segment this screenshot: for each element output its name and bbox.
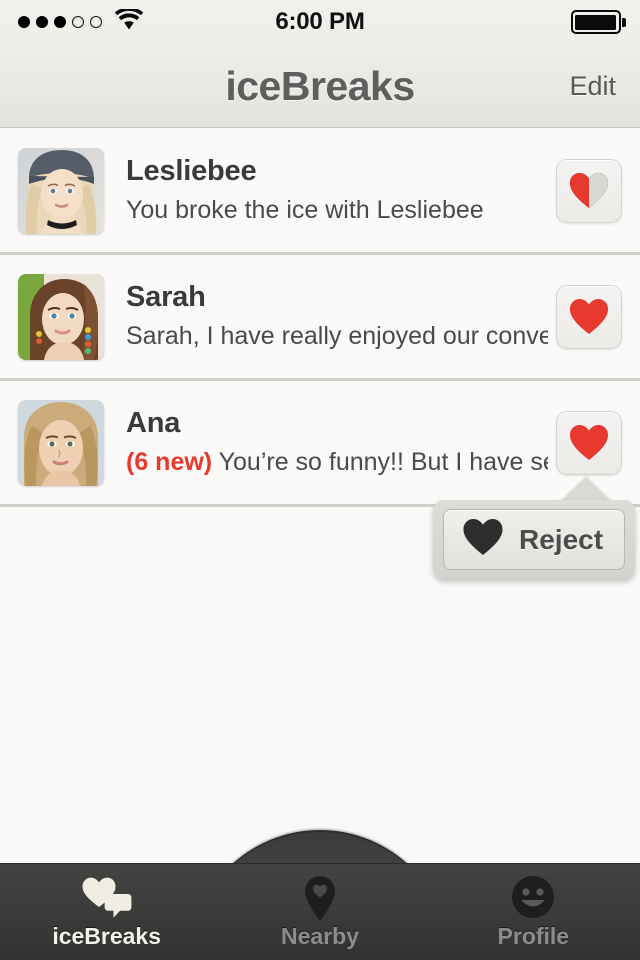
smiley-face-icon [510,873,556,921]
row-text: Ana (6 new) You’re so funny!! But I have… [126,407,556,477]
heart-half-icon[interactable] [556,158,622,223]
tab-label-nearby: Nearby [281,923,359,949]
hearts-chat-icon [79,873,135,921]
avatar-sarah[interactable] [18,273,104,360]
table-row[interactable]: Ana (6 new) You’re so funny!! But I have… [0,381,640,507]
contact-name: Lesliebee [126,155,257,188]
table-row[interactable]: Lesliebee You broke the ice with Leslieb… [0,129,640,255]
tab-profile[interactable]: Profile [427,864,640,960]
reject-popover: Reject [433,500,635,579]
table-row[interactable]: Sarah Sarah, I have really enjoyed our c… [0,255,640,381]
heart-filled-icon[interactable] [556,410,622,475]
conversation-list: Lesliebee You broke the ice with Leslieb… [0,129,640,507]
contact-name: Sarah [126,281,206,314]
tab-bar-wrapper: iceBreaks Nearby Profile [0,830,640,960]
map-pin-heart-icon [300,873,340,921]
page-title: iceBreaks [225,63,415,109]
navigation-bar: iceBreaks Edit [0,44,640,128]
reject-label: Reject [519,523,604,555]
message-preview: Sarah, I have really enjoyed our conver.… [126,322,548,351]
avatar-lesliebee[interactable] [18,147,104,234]
tab-bar: iceBreaks Nearby Profile [0,863,640,960]
status-bar: 6:00 PM [0,0,640,44]
contact-name: Ana [126,407,181,440]
battery-full-icon [570,0,626,44]
status-badge: (6 new) [126,448,213,477]
message-text: You’re so funny!! But I have sen... [218,448,548,477]
message-preview: You broke the ice with Lesliebee [126,196,548,225]
tab-icebreaks[interactable]: iceBreaks [0,864,213,960]
message-text: Sarah, I have really enjoyed our conver.… [126,322,548,351]
popover-arrow [560,477,612,502]
avatar-ana[interactable] [18,399,104,486]
heart-filled-icon[interactable] [556,284,622,349]
app-root: 6:00 PM iceBreaks Edit Lesliebee You bro… [0,0,640,960]
row-text: Lesliebee You broke the ice with Leslieb… [126,155,556,225]
tab-label-icebreaks: iceBreaks [52,923,162,949]
edit-button[interactable]: Edit [569,44,616,128]
message-text: You broke the ice with Lesliebee [126,196,484,225]
heart-dark-icon [462,518,504,561]
message-preview: (6 new) You’re so funny!! But I have sen… [126,448,548,477]
tab-nearby[interactable]: Nearby [213,864,426,960]
status-bar-time: 6:00 PM [275,8,365,35]
tab-label-profile: Profile [497,923,570,949]
row-text: Sarah Sarah, I have really enjoyed our c… [126,281,556,351]
reject-button[interactable]: Reject [443,509,625,570]
